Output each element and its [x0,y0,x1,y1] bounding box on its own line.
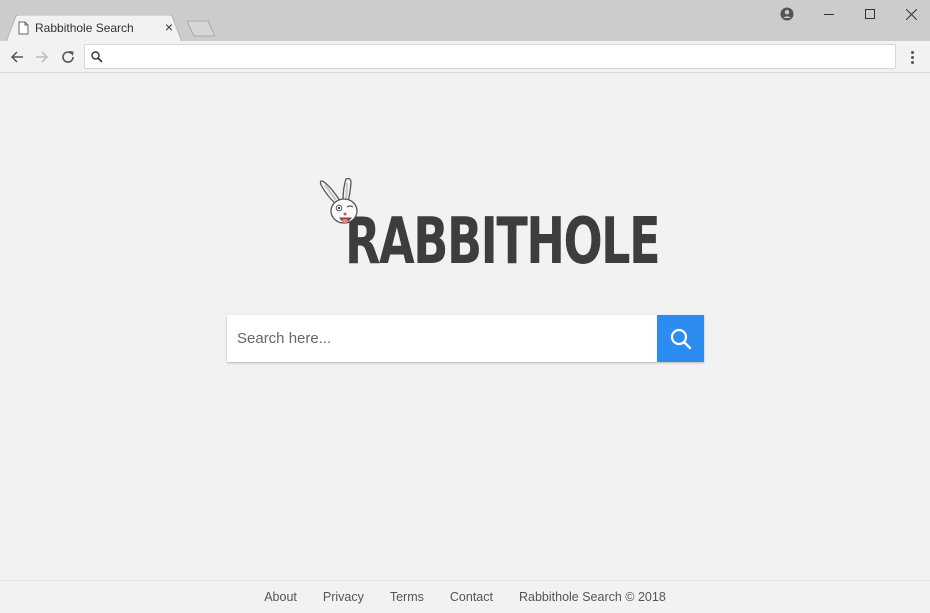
maximize-icon [864,8,875,19]
menu-dot [910,60,914,64]
forward-button[interactable] [32,47,52,67]
search-box [227,315,704,362]
back-button[interactable] [7,47,27,67]
browser-tab[interactable]: Rabbithole Search × [6,15,182,42]
menu-dot [910,55,914,59]
footer-copyright: Rabbithole Search © 2018 [518,590,666,604]
logo[interactable]: RABBITHOLE [318,176,661,276]
search-input[interactable] [237,315,657,362]
search-icon [670,328,691,349]
tab-close-button[interactable]: × [161,18,177,36]
account-button[interactable] [767,0,807,28]
minimize-button[interactable] [809,0,849,28]
browser-menu-button[interactable] [904,47,920,67]
arrow-right-icon [36,51,49,63]
close-icon [905,8,917,20]
footer-link-terms[interactable]: Terms [390,590,424,604]
rabbit-icon [319,177,358,224]
browser-toolbar [0,41,930,73]
minimize-icon [823,13,834,15]
menu-dot [910,50,914,54]
new-tab-button[interactable] [186,20,216,37]
tab-title: Rabbithole Search [35,21,134,35]
account-icon [780,7,794,21]
page-icon [18,21,29,35]
close-window-button[interactable] [891,0,930,28]
reload-button[interactable] [58,47,78,67]
browser-titlebar: Rabbithole Search × [0,0,930,42]
page-content: RABBITHOLE [0,74,930,580]
footer: About Privacy Terms Contact Rabbithole S… [0,580,930,613]
maximize-button[interactable] [850,0,890,28]
footer-link-about[interactable]: About [264,590,297,604]
address-input[interactable] [109,47,889,66]
search-button[interactable] [657,315,704,362]
footer-link-privacy[interactable]: Privacy [323,590,364,604]
footer-link-contact[interactable]: Contact [450,590,493,604]
reload-icon [62,51,74,63]
logo-text: RABBITHOLE [345,205,661,279]
address-bar[interactable] [84,44,896,69]
search-icon [91,51,103,63]
arrow-left-icon [10,51,23,63]
